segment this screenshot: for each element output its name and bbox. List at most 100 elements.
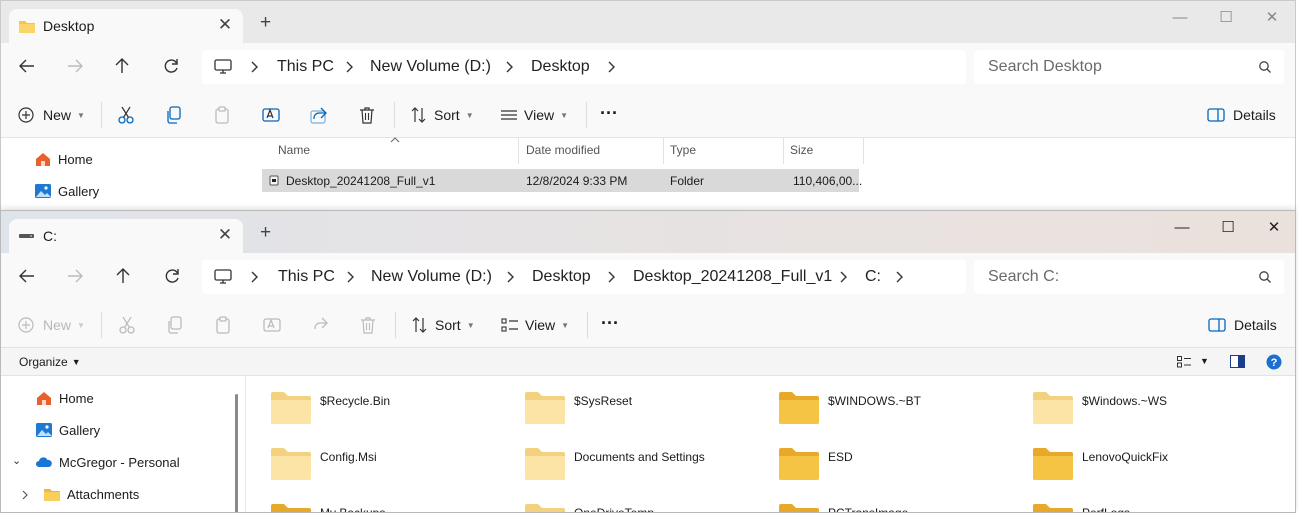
tab-c-drive[interactable]: C: ✕ [9,219,243,253]
table-row[interactable]: Desktop_20241208_Full_v1 12/8/2024 9:33 … [262,169,862,192]
gallery-icon [36,423,52,437]
folder-label: $Recycle.Bin [320,394,391,408]
new-button[interactable]: New ▼ [17,315,85,335]
nav-label: McGregor - Personal [59,454,180,470]
details-button[interactable]: Details [1207,105,1276,125]
forward-arrow-icon[interactable] [65,266,85,286]
delete-icon[interactable] [358,105,376,125]
more-options-button[interactable]: ··· [600,103,618,123]
more-options-button[interactable]: ··· [601,313,619,333]
sort-button[interactable]: Sort ▼ [411,315,475,335]
rename-icon[interactable] [262,315,282,335]
breadcrumb-desktop-backup[interactable]: Desktop_20241208_Full_v1 [633,268,832,286]
folder-label: $WINDOWS.~BT [828,394,922,408]
breadcrumb-this-pc[interactable]: This PC [277,58,334,76]
breadcrumb-new-volume[interactable]: New Volume (D:) [371,268,492,286]
nav-item-gallery[interactable]: Gallery [35,422,100,438]
search-input[interactable]: Search C: [974,260,1284,294]
onedrive-cloud-icon [36,457,52,467]
minimize-button[interactable]: — [1157,3,1203,33]
row-name: Desktop_20241208_Full_v1 [286,174,436,188]
paste-icon[interactable] [214,315,232,335]
help-icon[interactable]: ? [1266,354,1282,370]
tab-close-button[interactable]: ✕ [215,15,235,35]
nav-item-gallery[interactable]: Gallery [34,183,99,199]
sort-icon [411,107,426,123]
breadcrumb-new-volume[interactable]: New Volume (D:) [370,58,491,76]
new-label: New [43,107,72,123]
toolbar-divider [587,312,588,338]
explorer-window-c: C: ✕ + — ☐ ✕ This PC New Volume (D:) Des… [0,210,1296,513]
navigation-pane: Home Gallery ⌄ McGregor - Personal Attac… [1,376,246,512]
paste-icon[interactable] [213,105,231,125]
row-date-modified: 12/8/2024 9:33 PM [526,174,628,188]
nav-pane-scrollbar[interactable] [235,394,238,512]
nav-item-home[interactable]: Home [35,390,94,406]
breadcrumb[interactable]: This PC New Volume (D:) Desktop [202,50,966,84]
sort-ascending-indicator-icon [390,137,400,143]
refresh-icon[interactable] [162,266,182,286]
close-button[interactable]: ✕ [1249,3,1295,33]
copy-icon[interactable] [165,105,183,125]
breadcrumb[interactable]: This PC New Volume (D:) Desktop Desktop_… [202,260,966,294]
view-button[interactable]: View ▼ [501,315,569,335]
back-arrow-icon[interactable] [17,266,37,286]
cut-icon[interactable] [117,105,135,125]
column-header-type[interactable]: Type [670,143,696,157]
folder-label: PerfLogs [1082,506,1131,513]
new-button[interactable]: New ▼ [17,105,85,125]
command-bar: New ▼ Sort ▼ View ▼ ··· Details [1,301,1295,348]
address-bar-row: This PC New Volume (D:) Desktop Search D… [1,43,1295,91]
chevron-right-icon[interactable] [21,490,29,500]
rename-icon[interactable] [261,105,281,125]
minimize-button[interactable]: — [1159,213,1205,243]
breadcrumb-c-drive[interactable]: C: [865,268,881,286]
new-tab-button[interactable]: + [260,12,271,34]
copy-icon[interactable] [166,315,184,335]
organize-menu[interactable]: Organize ▼ [19,355,81,369]
details-button[interactable]: Details [1208,315,1277,335]
up-arrow-icon[interactable] [112,56,132,76]
nav-label: Home [58,151,93,167]
chevron-down-icon[interactable]: ⌄ [12,454,21,467]
nav-item-home[interactable]: Home [34,151,93,167]
maximize-button[interactable]: ☐ [1205,213,1251,243]
folder-icon [779,504,819,512]
breadcrumb-desktop[interactable]: Desktop [531,58,590,76]
change-view-icon[interactable] [1177,356,1191,368]
close-button[interactable]: ✕ [1251,213,1295,243]
tab-close-button[interactable]: ✕ [215,225,235,245]
column-header-date-modified[interactable]: Date modified [526,143,600,157]
folder-label: My Backups [320,506,386,513]
delete-icon[interactable] [359,315,377,335]
column-divider [663,138,664,164]
new-tab-button[interactable]: + [260,222,271,244]
share-icon[interactable] [309,105,329,125]
back-arrow-icon[interactable] [17,56,37,76]
column-header-name[interactable]: Name [278,143,310,157]
refresh-icon[interactable] [161,56,181,76]
search-input[interactable]: Search Desktop [974,50,1284,84]
view-dropdown-chevron-icon[interactable]: ▼ [1200,356,1209,366]
sort-button[interactable]: Sort ▼ [410,105,474,125]
up-arrow-icon[interactable] [113,266,133,286]
column-header-size[interactable]: Size [790,143,813,157]
share-icon[interactable] [310,315,330,335]
title-bar: C: ✕ + — ☐ ✕ [1,211,1295,253]
chevron-right-icon [251,271,258,283]
tab-desktop[interactable]: Desktop ✕ [9,9,243,43]
nav-item-onedrive[interactable]: McGregor - Personal [35,454,180,470]
row-type: Folder [670,174,705,188]
breadcrumb-this-pc[interactable]: This PC [278,268,335,286]
forward-arrow-icon[interactable] [65,56,85,76]
nav-item-attachments[interactable]: Attachments [43,486,139,502]
maximize-button[interactable]: ☐ [1203,3,1249,33]
view-list-icon [501,110,517,120]
cut-icon[interactable] [118,315,136,335]
chevron-right-icon [840,271,847,283]
home-icon [37,392,51,405]
preview-pane-icon[interactable] [1230,355,1245,368]
view-button[interactable]: View ▼ [500,105,568,125]
breadcrumb-desktop[interactable]: Desktop [532,268,591,286]
details-pane-icon [1208,318,1226,332]
